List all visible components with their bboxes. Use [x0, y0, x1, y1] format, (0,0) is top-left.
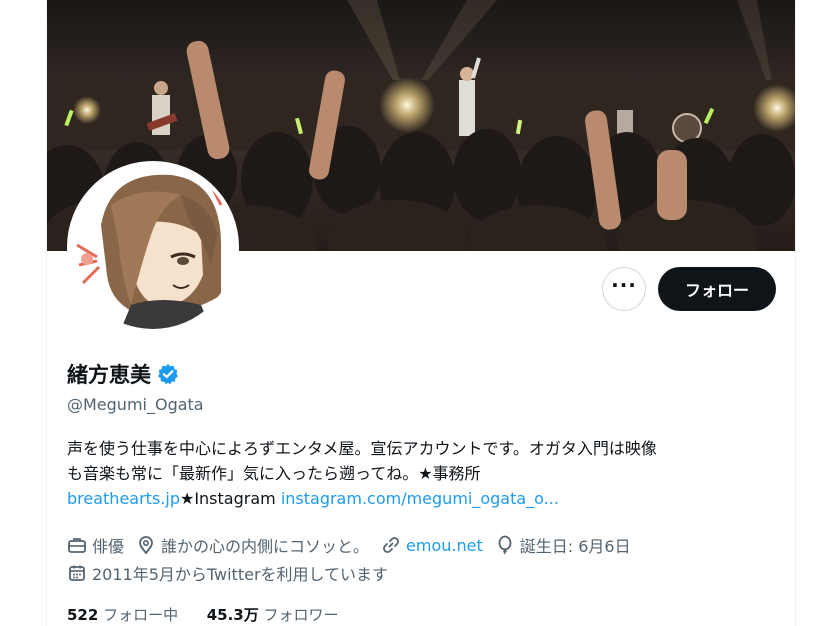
meta-website[interactable]: emou.net — [381, 535, 483, 555]
followers-link[interactable]: 45.3万 フォロワー — [207, 606, 339, 624]
location-pin-icon — [139, 536, 153, 555]
meta-joined: 2011年5月からTwitterを利用しています — [67, 561, 388, 585]
follow-button[interactable]: フォロー — [658, 267, 776, 311]
balloon-icon — [498, 535, 512, 555]
meta-website-link[interactable]: emou.net — [406, 536, 483, 555]
following-link[interactable]: 522 フォロー中 — [67, 606, 178, 624]
profile-joined-row: 2011年5月からTwitterを利用しています — [67, 561, 400, 585]
avatar-image — [71, 165, 235, 329]
link-icon — [383, 537, 399, 553]
meta-location: 誰かの心の内側にコソッと。 — [136, 533, 369, 557]
profile-name-row: 緒方恵美 — [67, 359, 179, 389]
bio-line-3: breathearts.jp★Instagram instagram.com/m… — [67, 486, 782, 511]
profile-handle: @Megumi_Ogata — [67, 395, 204, 414]
profile-meta-row: 俳優 誰かの心の内側にコソッと。 emou.net 誕生日: 6月6日 — [67, 533, 643, 557]
profile-avatar[interactable] — [67, 161, 239, 333]
more-options-button[interactable]: ··· — [602, 267, 646, 311]
meta-location-label: 誰かの心の内側にコソッと。 — [161, 537, 370, 556]
bio-link-instagram[interactable]: instagram.com/megumi_ogata_o... — [281, 489, 559, 508]
profile-page: ··· フォロー 緒方恵美 @Megumi_Ogata 声を使う仕事を中心によろ… — [0, 0, 831, 626]
meta-birthday-label: 誕生日: 6月6日 — [519, 537, 631, 556]
bio-line-1: 声を使う仕事を中心によろずエンタメ屋。宣伝アカウントです。オガタ入門は映像 — [67, 439, 657, 458]
bio-text-instagram: ★Instagram — [179, 489, 276, 508]
meta-category-label: 俳優 — [92, 537, 125, 556]
meta-joined-label: 2011年5月からTwitterを利用しています — [92, 565, 389, 584]
following-label: フォロー中 — [103, 606, 179, 624]
verified-badge-icon[interactable] — [157, 363, 179, 385]
following-count: 522 — [67, 606, 99, 624]
profile-stats: 522 フォロー中 45.3万 フォロワー — [67, 604, 339, 625]
display-name: 緒方恵美 — [67, 363, 151, 387]
bio-line-2: も音楽も常に「最新作」気に入ったら遡ってね。★事務所 — [67, 464, 481, 483]
more-icon: ··· — [611, 273, 637, 297]
column-divider-right — [795, 0, 796, 626]
followers-label: フォロワー — [263, 606, 339, 624]
bio-link-breathearts[interactable]: breathearts.jp — [67, 489, 180, 508]
meta-birthday: 誕生日: 6月6日 — [495, 533, 631, 557]
meta-category: 俳優 — [67, 533, 124, 557]
calendar-icon — [69, 565, 85, 581]
briefcase-icon — [68, 538, 86, 553]
followers-count: 45.3万 — [206, 606, 259, 624]
profile-bio: 声を使う仕事を中心によろずエンタメ屋。宣伝アカウントです。オガタ入門は映像 も音… — [67, 436, 782, 511]
